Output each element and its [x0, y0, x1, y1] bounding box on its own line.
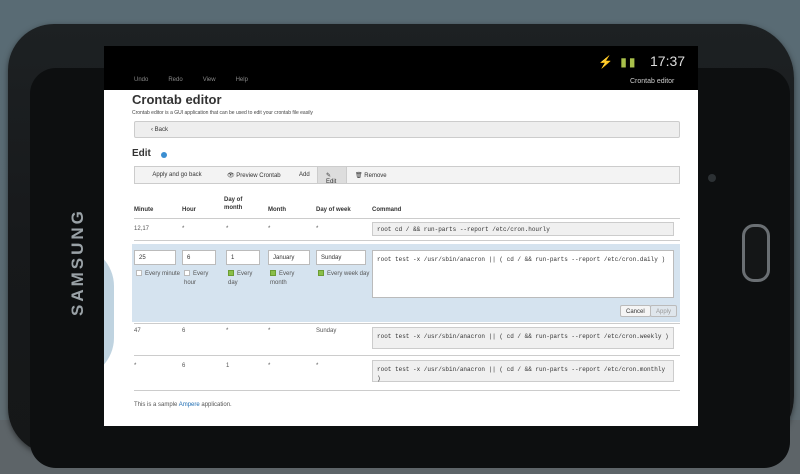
- page-content: Crontab editor Crontab editor is a GUI a…: [104, 90, 698, 426]
- col-day-of-month: Day of month: [224, 197, 243, 211]
- ampere-link[interactable]: Ampere: [179, 402, 200, 408]
- section-title: Edit: [132, 148, 151, 159]
- command-textarea[interactable]: root test -x /usr/sbin/anacron || ( cd /…: [372, 250, 674, 298]
- status-bar: Undo Redo View Help ⚡ ▮▮ 17:37 Crontab e…: [104, 46, 698, 90]
- cell-command: root test -x /usr/sbin/anacron || ( cd /…: [372, 327, 674, 349]
- edit-row: 25 6 1 January Sunday Every minute Every…: [132, 244, 680, 322]
- footer-text-end: application.: [199, 402, 232, 408]
- side-tab[interactable]: [104, 246, 114, 378]
- menu-undo[interactable]: Undo: [134, 77, 148, 83]
- cell-command: root cd / && run-parts --report /etc/cro…: [372, 222, 674, 236]
- cell-hour: 6: [182, 328, 186, 334]
- day-of-month-input[interactable]: 1: [226, 250, 260, 265]
- cell-month: *: [268, 363, 271, 369]
- cell-minute: 47: [134, 328, 141, 334]
- col-month: Month: [268, 207, 286, 213]
- cell-hour: *: [182, 226, 185, 232]
- col-command: Command: [372, 207, 402, 213]
- row-divider: [134, 240, 680, 241]
- row-divider: [134, 390, 680, 391]
- edit-button[interactable]: ✎ Edit: [317, 167, 347, 185]
- home-button[interactable]: [742, 224, 770, 282]
- cell-dow: *: [316, 363, 319, 369]
- checked-icon: [228, 270, 234, 276]
- cell-minute: 12,17: [134, 226, 150, 232]
- col-minute: Minute: [134, 207, 154, 213]
- cell-hour: 6: [182, 363, 186, 369]
- header-divider: [134, 218, 680, 219]
- brand-logo: SAMSUNG: [68, 208, 87, 316]
- every-week-day-checkbox[interactable]: Every week day: [318, 270, 370, 279]
- cell-dow: *: [316, 226, 319, 232]
- menu-view[interactable]: View: [203, 77, 216, 83]
- row-divider: [134, 355, 680, 356]
- cell-dom: 1: [226, 363, 230, 369]
- device-screen: Undo Redo View Help ⚡ ▮▮ 17:37 Crontab e…: [104, 46, 698, 426]
- cell-minute: *: [134, 363, 137, 369]
- clock: 17:37: [650, 53, 686, 69]
- signal-battery-icons: ⚡ ▮▮: [598, 55, 638, 69]
- col-day-of-week: Day of week: [316, 207, 351, 213]
- toolbar: Apply and go back 👁 Preview Crontab Add …: [134, 166, 680, 185]
- menu-help[interactable]: Help: [236, 77, 248, 83]
- page-subtitle: Crontab editor is a GUI application that…: [132, 110, 313, 116]
- cell-command: root test -x /usr/sbin/anacron || ( cd /…: [372, 360, 674, 382]
- every-hour-checkbox[interactable]: Every hour: [184, 270, 220, 288]
- cell-dom: *: [226, 328, 229, 334]
- checkbox-icon: [184, 270, 190, 276]
- app-title: Crontab editor: [630, 78, 675, 85]
- col-hour: Hour: [182, 207, 196, 213]
- every-minute-checkbox[interactable]: Every minute: [136, 270, 180, 279]
- sensor-dot: [708, 174, 716, 182]
- row-divider: [134, 323, 680, 324]
- add-button[interactable]: Add: [291, 167, 317, 183]
- cancel-button[interactable]: Cancel: [620, 305, 651, 317]
- apply-and-go-back-button[interactable]: Apply and go back: [135, 167, 219, 183]
- checked-icon: [318, 270, 324, 276]
- day-of-week-input[interactable]: Sunday: [316, 250, 366, 265]
- cell-dom: *: [226, 226, 229, 232]
- menu-redo[interactable]: Redo: [168, 77, 182, 83]
- checkbox-icon: [136, 270, 142, 276]
- page-title: Crontab editor: [132, 92, 222, 107]
- menu-bar: Undo Redo View Help: [134, 77, 248, 83]
- footer: This is a sample Ampere application.: [134, 402, 232, 408]
- info-icon[interactable]: [161, 152, 167, 158]
- preview-crontab-button[interactable]: 👁 Preview Crontab: [219, 167, 291, 183]
- cell-dow: Sunday: [316, 328, 337, 334]
- cell-month: *: [268, 226, 271, 232]
- minute-input[interactable]: 25: [134, 250, 176, 265]
- remove-button[interactable]: 🗑 Remove: [347, 167, 395, 183]
- apply-button[interactable]: Apply: [650, 305, 678, 317]
- checked-icon: [270, 270, 276, 276]
- footer-text: This is a sample: [134, 402, 179, 408]
- every-month-checkbox[interactable]: Every month: [270, 270, 310, 288]
- hour-input[interactable]: 6: [182, 250, 216, 265]
- month-input[interactable]: January: [268, 250, 310, 265]
- back-button[interactable]: ‹ Back: [134, 121, 680, 138]
- every-day-checkbox[interactable]: Every day: [228, 270, 262, 288]
- cell-month: *: [268, 328, 271, 334]
